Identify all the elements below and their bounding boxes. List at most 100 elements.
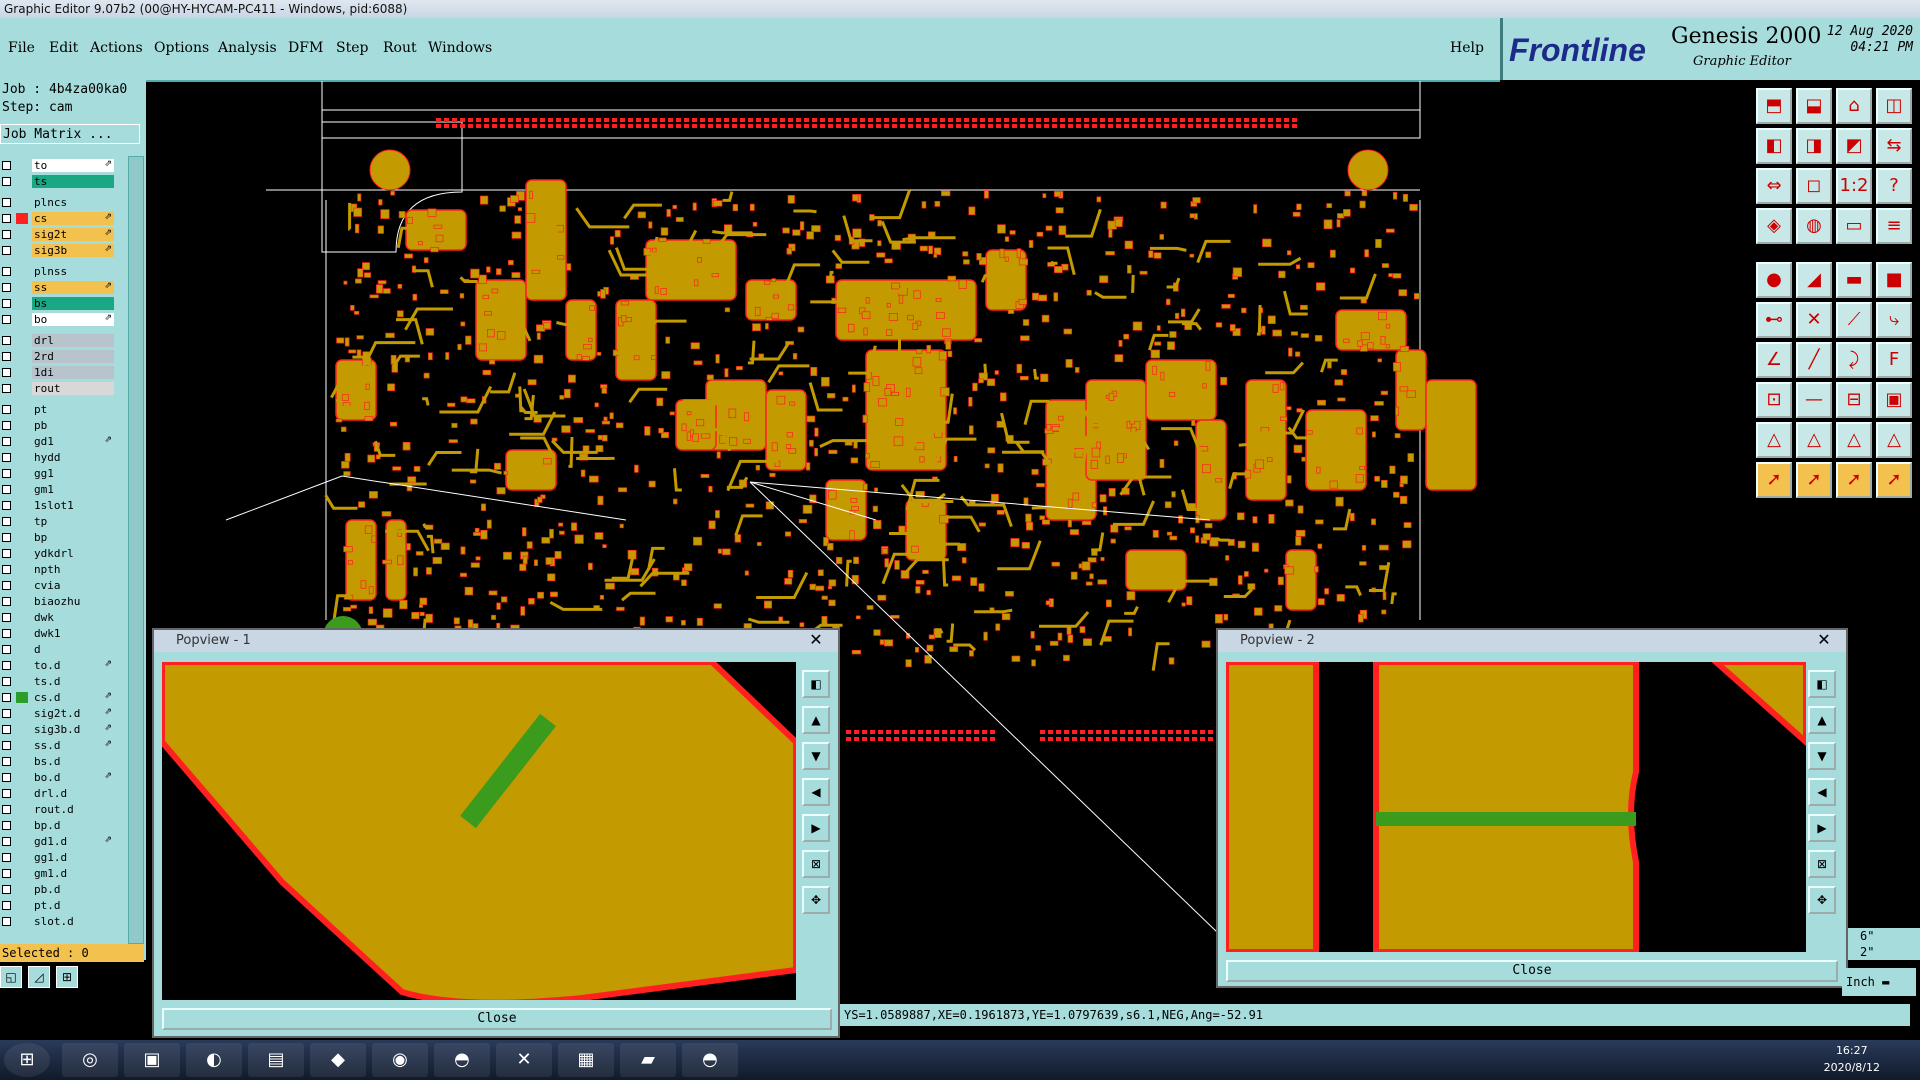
layer-row[interactable]: ss.d ⇗ — [0, 738, 116, 753]
layer-checkbox[interactable] — [2, 885, 11, 894]
layer-checkbox[interactable] — [2, 177, 11, 186]
home-icon[interactable]: ⌂ — [1836, 88, 1872, 124]
layer-checkbox[interactable] — [2, 214, 11, 223]
layer-checkbox[interactable] — [2, 565, 11, 574]
zoom-home-icon[interactable]: ⬒ — [1756, 88, 1792, 124]
layer-row[interactable]: gg1 — [0, 466, 116, 481]
menu-dfm[interactable]: DFM — [288, 40, 323, 56]
layer-checkbox[interactable] — [2, 853, 11, 862]
pan-icon[interactable]: ◩ — [1836, 128, 1872, 164]
arc-icon[interactable]: ╱ — [1796, 342, 1832, 378]
layer-checkbox[interactable] — [2, 384, 11, 393]
connect-icon[interactable]: ⊷ — [1756, 302, 1792, 338]
grid-dots-icon[interactable]: ▬ — [1836, 262, 1872, 298]
layer-row[interactable]: 1di — [0, 365, 116, 380]
layer-checkbox[interactable] — [2, 453, 11, 462]
route-icon[interactable]: ⤷ — [1876, 302, 1912, 338]
layer-checkbox[interactable] — [2, 352, 11, 361]
layer-checkbox[interactable] — [2, 741, 11, 750]
tool-a-icon[interactable]: ◈ — [1756, 208, 1792, 244]
popview-fit-icon[interactable]: ✥ — [1808, 886, 1836, 914]
app-blue-icon[interactable]: ◉ — [372, 1043, 428, 1077]
app-shell-icon[interactable]: ◎ — [62, 1043, 118, 1077]
layer-row[interactable]: 2rd — [0, 349, 116, 364]
pointer-c-icon[interactable]: ➚ — [1836, 462, 1872, 498]
layer-row[interactable]: gg1.d — [0, 850, 116, 865]
popview-pan-left-icon[interactable]: ▶ — [802, 814, 830, 842]
window-icon[interactable]: ◫ — [1876, 88, 1912, 124]
layer-row[interactable]: drl — [0, 333, 116, 348]
layer-checkbox[interactable] — [2, 693, 11, 702]
layer-checkbox[interactable] — [2, 230, 11, 239]
scale-icon[interactable]: ⇆ — [1876, 128, 1912, 164]
layer-row[interactable]: rout — [0, 381, 116, 396]
layer-row[interactable]: sig2t ⇗ — [0, 227, 116, 242]
help-icon[interactable]: ? — [1876, 168, 1912, 204]
layer-checkbox[interactable] — [2, 198, 11, 207]
zoom-in-icon[interactable]: ◧ — [1756, 128, 1792, 164]
zoom-area-icon[interactable]: ◱ — [0, 966, 22, 988]
layer-row[interactable]: bo.d ⇗ — [0, 770, 116, 785]
layer-row[interactable]: tp — [0, 514, 116, 529]
layer-checkbox[interactable] — [2, 501, 11, 510]
layer-checkbox[interactable] — [2, 533, 11, 542]
text-icon[interactable]: F — [1876, 342, 1912, 378]
layer-checkbox[interactable] — [2, 597, 11, 606]
layer-checkbox[interactable] — [2, 581, 11, 590]
layer-checkbox[interactable] — [2, 368, 11, 377]
layer-row[interactable]: pt — [0, 402, 116, 417]
menu-rout[interactable]: Rout — [383, 40, 417, 56]
layer-row[interactable]: bp — [0, 530, 116, 545]
triangle-d-icon[interactable]: △ — [1876, 422, 1912, 458]
menu-windows[interactable]: Windows — [428, 40, 492, 56]
layer-checkbox[interactable] — [2, 469, 11, 478]
layer-row[interactable]: ydkdrl — [0, 546, 116, 561]
layer-row[interactable]: sig3b.d ⇗ — [0, 722, 116, 737]
popview-1-close-button[interactable]: Close — [162, 1008, 832, 1030]
layer-row[interactable]: gd1.d ⇗ — [0, 834, 116, 849]
layer-checkbox[interactable] — [2, 645, 11, 654]
layer-row[interactable]: npth — [0, 562, 116, 577]
layer-checkbox[interactable] — [2, 805, 11, 814]
menu-actions[interactable]: Actions — [90, 40, 143, 56]
layer-checkbox[interactable] — [2, 661, 11, 670]
layer-row[interactable]: hydd — [0, 450, 116, 465]
select-box-icon[interactable]: ▣ — [1876, 382, 1912, 418]
popview-pan-right-icon[interactable]: ⊠ — [802, 850, 830, 878]
layer-checkbox[interactable] — [2, 161, 11, 170]
layer-checkbox[interactable] — [2, 917, 11, 926]
layer-row[interactable]: pt.d — [0, 898, 116, 913]
layer-row[interactable]: to ⇗ — [0, 158, 116, 173]
polarity-icon[interactable]: ◢ — [1796, 262, 1832, 298]
popview-pan-right-icon[interactable]: ⊠ — [1808, 850, 1836, 878]
layer-checkbox[interactable] — [2, 837, 11, 846]
popview-zoom-out-icon[interactable]: ▲ — [802, 706, 830, 734]
layer-row[interactable]: 1slot1 — [0, 498, 116, 513]
layer-checkbox[interactable] — [2, 517, 11, 526]
drill-icon[interactable]: ⊟ — [1836, 382, 1872, 418]
measure-icon[interactable]: ◿ — [28, 966, 50, 988]
line-icon[interactable]: ∠ — [1756, 342, 1792, 378]
snap-icon[interactable]: ● — [1756, 262, 1792, 298]
job-matrix-button[interactable]: Job Matrix ... — [0, 124, 140, 144]
layer-checkbox[interactable] — [2, 421, 11, 430]
layer-row[interactable]: sig3b ⇗ — [0, 243, 116, 258]
start-icon[interactable]: ⊞ — [4, 1043, 50, 1077]
pointer-b-icon[interactable]: ➚ — [1796, 462, 1832, 498]
notepad-icon[interactable]: ▤ — [248, 1043, 304, 1077]
popview-zoom-in-icon[interactable]: ◧ — [1808, 670, 1836, 698]
app-x-icon[interactable]: ✕ — [496, 1043, 552, 1077]
layer-row[interactable]: drl.d — [0, 786, 116, 801]
layer-checkbox[interactable] — [2, 629, 11, 638]
triangle-c-icon[interactable]: △ — [1836, 422, 1872, 458]
layer-row[interactable]: ts — [0, 174, 116, 189]
layer-row[interactable]: dwk1 — [0, 626, 116, 641]
layer-row[interactable]: ss ⇗ — [0, 280, 116, 295]
layer-row[interactable]: biaozhu — [0, 594, 116, 609]
intersect-icon[interactable]: ✕ — [1796, 302, 1832, 338]
layer-row[interactable]: cs ⇗ — [0, 211, 116, 226]
tool-c-icon[interactable]: ▭ — [1836, 208, 1872, 244]
layer-checkbox[interactable] — [2, 725, 11, 734]
fit-profile-icon[interactable]: ◻ — [1796, 168, 1832, 204]
layer-checkbox[interactable] — [2, 336, 11, 345]
